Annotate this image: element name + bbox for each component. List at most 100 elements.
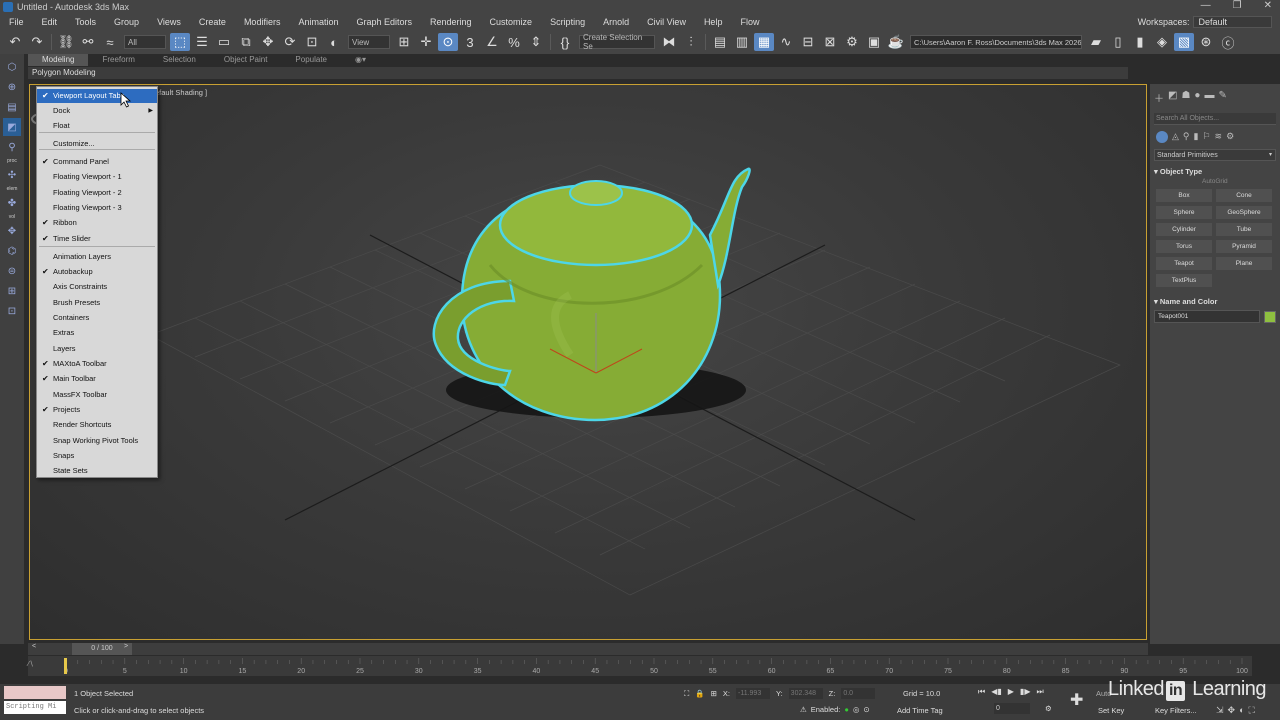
z-coordinate-field[interactable]: 0.0 (841, 688, 876, 699)
menu-views[interactable]: Views (148, 14, 190, 30)
layer-explorer-icon[interactable]: ▥ (732, 33, 752, 51)
set-key-button[interactable]: Set Key (1098, 706, 1124, 715)
material-editor-icon[interactable]: ⊠ (820, 33, 840, 51)
primitive-tube-button[interactable]: Tube (1216, 223, 1272, 236)
primitive-plane-button[interactable]: Plane (1216, 257, 1272, 270)
lights-category-icon[interactable]: ⚲ (1183, 131, 1190, 143)
menu-graph-editors[interactable]: Graph Editors (347, 14, 421, 30)
go-to-start-icon[interactable]: ⏮ (978, 687, 985, 697)
create-tab-icon[interactable]: ＋ (1154, 90, 1164, 105)
primitive-sphere-button[interactable]: Sphere (1156, 206, 1212, 219)
menu-customize[interactable]: Customize (481, 14, 542, 30)
menu-item-axis-constraints[interactable]: Axis Constraints (37, 280, 157, 294)
spinner-snap-icon[interactable]: ⇕ (526, 33, 546, 51)
mirror-icon[interactable]: ⧓ (659, 33, 679, 51)
keyboard-shortcut-override-icon[interactable]: ⊙ (438, 33, 458, 51)
viewport-nav-icons[interactable]: ⇲✥◐⛶ (1216, 705, 1259, 716)
key-filters-button[interactable]: Key Filters... (1155, 706, 1197, 715)
play-icon[interactable]: ▶ (1008, 687, 1014, 697)
clone-icon[interactable]: ⊕ (3, 78, 21, 96)
autogrid-checkbox[interactable]: AutoGrid (1202, 178, 1280, 185)
menu-item-snap-working-pivot-tools[interactable]: Snap Working Pivot Tools (37, 434, 157, 448)
viewport-shading-label[interactable]: efault Shading ] (155, 88, 207, 97)
maxscript-mini-listener-field[interactable]: Scripting Mi (4, 701, 66, 714)
link-icon[interactable]: ⛓ (56, 33, 76, 51)
scene-explorer-icon[interactable]: ▤ (710, 33, 730, 51)
viewport-perspective[interactable]: efault Shading ] (29, 84, 1147, 640)
ribbon-tab-populate[interactable]: Populate (281, 54, 341, 66)
menu-rendering[interactable]: Rendering (421, 14, 481, 30)
menu-animation[interactable]: Animation (289, 14, 347, 30)
percent-snap-icon[interactable]: % (504, 33, 524, 51)
menu-tools[interactable]: Tools (66, 14, 105, 30)
primitive-cylinder-button[interactable]: Cylinder (1156, 223, 1212, 236)
align-icon[interactable]: ⫶ (681, 33, 701, 51)
set-project-icon[interactable]: ▯ (1108, 33, 1128, 51)
primitive-pyramid-button[interactable]: Pyramid (1216, 240, 1272, 253)
menu-file[interactable]: File (0, 14, 33, 30)
snap-icon[interactable]: ⊡ (3, 302, 21, 320)
maximize-button[interactable]: ❐ (1233, 0, 1242, 11)
display-icon[interactable]: ⊜ (3, 262, 21, 280)
enabled-status-icon[interactable]: ● (844, 705, 849, 714)
named-selection-dropdown[interactable]: Create Selection Se (579, 33, 655, 51)
menu-modifiers[interactable]: Modifiers (235, 14, 290, 30)
polygon-modeling-label[interactable]: Polygon Modeling (32, 68, 96, 77)
object-type-rollout-title[interactable]: ▾ Object Type (1154, 167, 1276, 176)
menu-item-dock[interactable]: Dock ▶ (37, 104, 157, 118)
render-setup-icon[interactable]: ⚙ (842, 33, 862, 51)
menu-item-brush-presets[interactable]: Brush Presets (37, 296, 157, 310)
menu-item-main-toolbar[interactable]: ✔ Main Toolbar (37, 372, 157, 386)
window-crossing-icon[interactable]: ⧉ (236, 33, 256, 51)
select-by-name-icon[interactable]: ☰ (192, 33, 212, 51)
geometry-category-icon[interactable] (1156, 131, 1168, 143)
element-icon[interactable]: ✤ (3, 194, 21, 212)
track-bar[interactable]: 0510152025303540455055606570758085909510… (28, 656, 1252, 676)
mini-curve-editor-icon[interactable]: ⁄∖ (28, 660, 44, 672)
ribbon-tab-modeling[interactable]: Modeling (28, 54, 89, 66)
render-production-icon[interactable]: ☕ (886, 33, 906, 51)
menu-arnold[interactable]: Arnold (594, 14, 638, 30)
unlink-icon[interactable]: ⚯ (78, 33, 98, 51)
menu-item-float[interactable]: Float (37, 119, 157, 133)
menu-item-containers[interactable]: Containers (37, 311, 157, 325)
maxscript-listener-field[interactable] (4, 686, 66, 699)
rectangular-selection-icon[interactable]: ▭ (214, 33, 234, 51)
time-slider-frame[interactable]: 0 / 100 (72, 643, 132, 655)
primitive-teapot-button[interactable]: Teapot (1156, 257, 1212, 270)
arnold-help-icon[interactable]: ⓒ (1218, 33, 1238, 51)
minimize-button[interactable]: — (1201, 0, 1211, 11)
menu-item-floating-viewport-2[interactable]: Floating Viewport - 2 (37, 186, 157, 200)
menu-item-floating-viewport-3[interactable]: Floating Viewport - 3 (37, 201, 157, 215)
menu-item-render-shortcuts[interactable]: Render Shortcuts (37, 418, 157, 432)
x-coordinate-field[interactable]: -11.993 (735, 688, 770, 699)
toggle-ribbon-icon[interactable]: ▦ (754, 33, 774, 51)
rendered-frame-window-icon[interactable]: ▣ (864, 33, 884, 51)
cameras-category-icon[interactable]: ▮ (1194, 131, 1199, 143)
current-frame-marker[interactable] (64, 658, 67, 674)
volume-icon[interactable]: ✥ (3, 222, 21, 240)
hierarchy-icon[interactable]: ⌬ (3, 242, 21, 260)
primitive-geosphere-button[interactable]: GeoSphere (1216, 206, 1272, 219)
utilities-icon[interactable]: ⊞ (3, 282, 21, 300)
layer-manager-icon[interactable]: ◩ (3, 118, 21, 136)
menu-civil-view[interactable]: Civil View (638, 14, 695, 30)
hierarchy-tab-icon[interactable]: ☗ (1181, 90, 1190, 105)
isolate-icon[interactable]: ◎ (853, 705, 860, 714)
time-slider-next-icon[interactable]: > (124, 643, 128, 650)
selection-filter-dropdown[interactable]: All (124, 35, 166, 49)
systems-category-icon[interactable]: ⚙ (1226, 131, 1234, 143)
placement-icon[interactable]: ◐ (324, 33, 344, 51)
bind-space-warp-icon[interactable]: ≈ (100, 33, 120, 51)
project-folder-icon[interactable]: ▰ (1086, 33, 1106, 51)
create-geometry-icon[interactable]: ⬡ (3, 58, 21, 76)
menu-item-viewport-layout-tabs[interactable]: ✔ Viewport Layout Tabs (37, 89, 157, 103)
time-slider-prev-icon[interactable]: < (32, 643, 36, 650)
ribbon-tab-object-paint[interactable]: Object Paint (210, 54, 282, 66)
ribbon-options-icon[interactable]: ◉▾ (341, 54, 380, 66)
helpers-category-icon[interactable]: ⚐ (1202, 131, 1210, 143)
menu-item-autobackup[interactable]: ✔ Autobackup (37, 265, 157, 279)
arnold-ipr-icon[interactable]: ▧ (1174, 33, 1194, 51)
next-frame-icon[interactable]: ▮▶ (1020, 687, 1031, 697)
menu-create[interactable]: Create (190, 14, 235, 30)
